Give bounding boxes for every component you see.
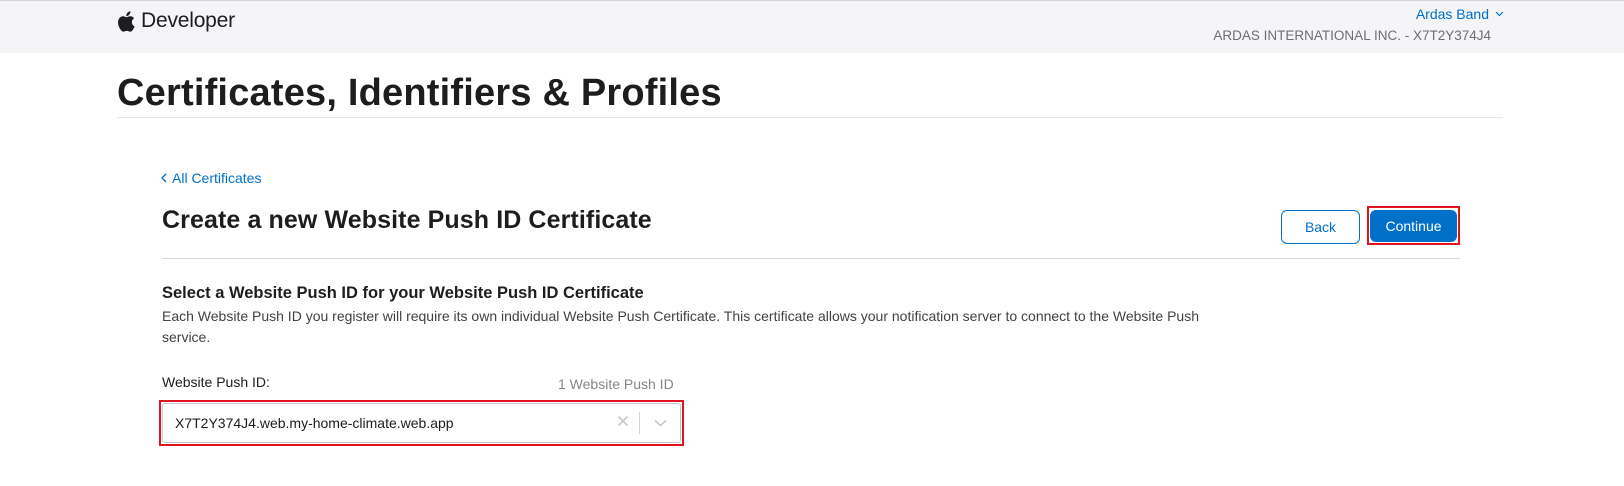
chevron-left-icon <box>161 170 167 186</box>
chevron-down-icon <box>653 414 667 432</box>
page-title: Certificates, Identifiers & Profiles <box>117 72 722 114</box>
website-push-id-label: Website Push ID: <box>162 374 270 390</box>
website-push-id-value: X7T2Y374J4.web.my-home-climate.web.app <box>175 415 454 431</box>
apple-logo-icon <box>117 10 135 32</box>
top-navigation-bar: Developer Ardas Band ARDAS INTERNATIONAL… <box>0 0 1624 53</box>
section-divider <box>162 258 1460 259</box>
chevron-down-icon <box>1495 9 1504 20</box>
clear-selection-button[interactable] <box>607 404 639 442</box>
website-push-id-select[interactable]: X7T2Y374J4.web.my-home-climate.web.app <box>162 403 681 443</box>
developer-brand[interactable]: Developer <box>117 9 235 33</box>
section-title: Create a new Website Push ID Certificate <box>162 206 652 234</box>
selection-heading: Select a Website Push ID for your Websit… <box>162 284 644 302</box>
selection-description: Each Website Push ID you register will r… <box>162 308 1199 345</box>
website-push-id-count: 1 Website Push ID <box>558 376 674 392</box>
back-button[interactable]: Back <box>1281 210 1360 244</box>
account-menu[interactable]: Ardas Band <box>1416 6 1504 24</box>
all-certificates-link[interactable]: All Certificates <box>161 170 261 186</box>
account-name-link[interactable]: Ardas Band <box>1416 6 1504 22</box>
continue-button[interactable]: Continue <box>1370 210 1457 242</box>
team-name: ARDAS INTERNATIONAL INC. - X7T2Y374J4 <box>1213 28 1491 43</box>
all-certificates-label: All Certificates <box>172 170 262 186</box>
close-icon <box>617 414 629 432</box>
title-divider <box>117 117 1503 118</box>
account-name-label: Ardas Band <box>1415 6 1489 22</box>
brand-label: Developer <box>141 9 235 32</box>
dropdown-toggle-button[interactable] <box>640 404 680 442</box>
